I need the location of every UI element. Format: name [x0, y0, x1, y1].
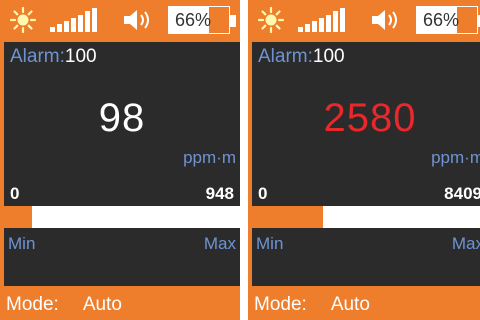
- mode-indicator: Mode: Auto: [254, 294, 370, 316]
- signal-strength-icon: [298, 8, 350, 32]
- alarm-value: 100: [64, 46, 97, 67]
- mode-label: Mode:: [254, 294, 307, 315]
- detector-panel-right: 66% Alarm:100 2580 ppm·m 0 8409 Min Max …: [248, 0, 480, 320]
- mode-value: Auto: [82, 294, 122, 315]
- max-label: Max: [203, 234, 236, 253]
- display-screen: Alarm:100 2580 ppm·m 0 8409 Min Max: [252, 42, 480, 286]
- sun-icon: [256, 6, 286, 39]
- alarm-threshold: Alarm:100: [258, 46, 345, 68]
- battery-indicator: 66%: [168, 6, 236, 34]
- alarm-value: 100: [312, 46, 345, 67]
- level-bar-fill: [4, 206, 33, 228]
- range-min-value: 0: [258, 184, 268, 203]
- alarm-label: Alarm:: [258, 46, 313, 67]
- mode-value: Auto: [330, 294, 370, 315]
- signal-strength-icon: [50, 8, 102, 32]
- concentration-reading: 98: [98, 96, 146, 140]
- speaker-icon: [122, 9, 156, 36]
- unit-label: ppm·m: [183, 148, 236, 167]
- level-bar-fill: [252, 206, 323, 228]
- alarm-threshold: Alarm:100: [10, 46, 97, 68]
- mode-label: Mode:: [6, 294, 59, 315]
- level-bar: [4, 206, 240, 228]
- concentration-reading: 2580: [323, 96, 417, 140]
- speaker-icon: [370, 9, 404, 36]
- min-label: Min: [256, 234, 284, 253]
- alarm-label: Alarm:: [10, 46, 65, 67]
- battery-indicator: 66%: [416, 6, 480, 34]
- level-bar: [252, 206, 480, 228]
- battery-percent: 66%: [423, 10, 460, 30]
- min-label: Min: [8, 234, 36, 253]
- range-min-value: 0: [10, 184, 20, 203]
- sun-icon: [8, 6, 38, 39]
- status-bar: 66%: [248, 0, 480, 40]
- range-max-value: 8409: [444, 184, 480, 203]
- battery-fill: [456, 7, 477, 33]
- battery-percent: 66%: [175, 10, 212, 30]
- mode-indicator: Mode: Auto: [6, 294, 122, 316]
- unit-label: ppm·m: [431, 148, 480, 167]
- range-max-value: 948: [205, 184, 234, 203]
- max-label: Max: [451, 234, 480, 253]
- detector-panel-left: 66% Alarm:100 98 ppm·m 0 948 Min Max Mod…: [0, 0, 240, 320]
- status-bar: 66%: [0, 0, 240, 40]
- battery-fill: [208, 7, 229, 33]
- display-screen: Alarm:100 98 ppm·m 0 948 Min Max: [4, 42, 240, 286]
